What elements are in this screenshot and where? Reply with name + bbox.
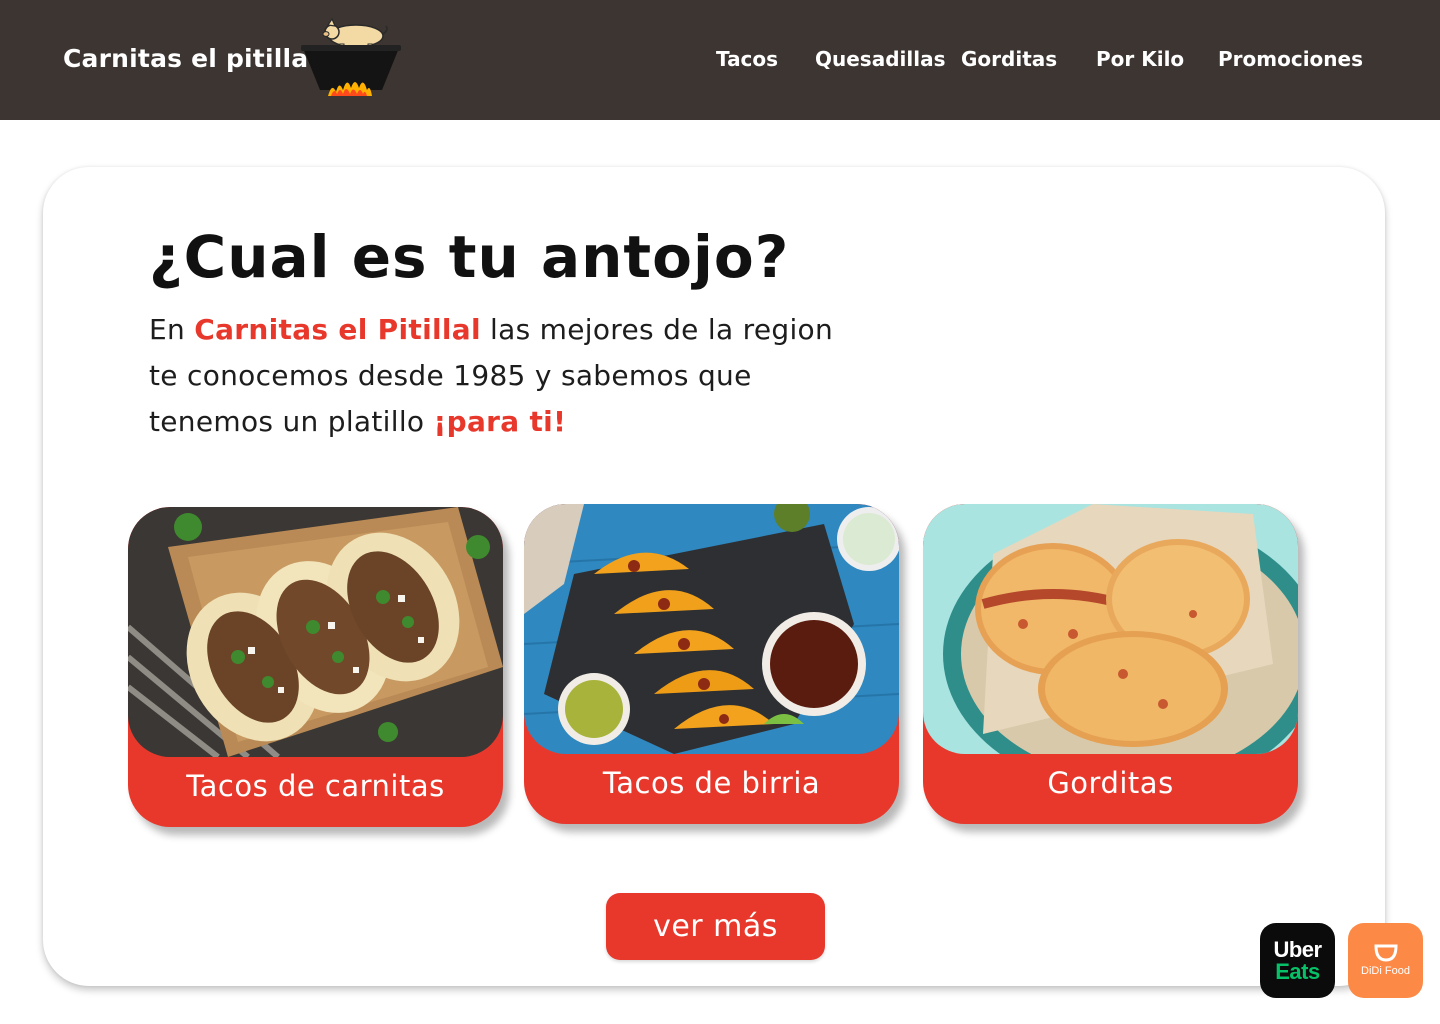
- para-ti-highlight: ¡para ti!: [433, 405, 567, 438]
- product-label: Gorditas: [1047, 766, 1174, 800]
- didi-food-icon: [1374, 944, 1398, 962]
- page-title: ¿Cual es tu antojo?: [149, 223, 790, 291]
- nav-promociones[interactable]: Promociones: [1218, 47, 1363, 71]
- product-card-tacos-carnitas[interactable]: Tacos de carnitas: [128, 507, 503, 827]
- hero-card: ¿Cual es tu antojo? En Carnitas el Pitil…: [43, 167, 1385, 986]
- nav-gorditas[interactable]: Gorditas: [961, 47, 1057, 71]
- pig-on-cauldron-icon[interactable]: [298, 14, 404, 102]
- nav-quesadillas[interactable]: Quesadillas: [815, 47, 946, 71]
- gorditas-photo: [923, 504, 1298, 754]
- brand-name[interactable]: Carnitas el pitilla: [63, 44, 308, 73]
- product-card-tacos-birria[interactable]: Tacos de birria: [524, 504, 899, 824]
- intro-part-1: En: [149, 313, 195, 346]
- nav-tacos[interactable]: Tacos: [716, 47, 778, 71]
- uber-eats-badge[interactable]: Uber Eats: [1260, 923, 1335, 998]
- tacos-de-birria-photo: [524, 504, 899, 754]
- intro-text: En Carnitas el Pitillal las mejores de l…: [149, 307, 869, 445]
- product-label: Tacos de carnitas: [186, 769, 445, 803]
- product-card-gorditas[interactable]: Gorditas: [923, 504, 1298, 824]
- didi-food-label: DiDi Food: [1361, 965, 1410, 977]
- uber-eats-line2: Eats: [1275, 959, 1320, 984]
- product-label: Tacos de birria: [602, 766, 821, 800]
- didi-food-badge[interactable]: DiDi Food: [1348, 923, 1423, 998]
- site-header: Carnitas el pitilla Tacos Quesadillas Go…: [0, 0, 1440, 120]
- tacos-de-carnitas-photo: [128, 507, 503, 757]
- brand-highlight: Carnitas el Pitillal: [194, 313, 481, 346]
- ver-mas-button[interactable]: ver más: [606, 893, 825, 960]
- nav-por-kilo[interactable]: Por Kilo: [1096, 47, 1184, 71]
